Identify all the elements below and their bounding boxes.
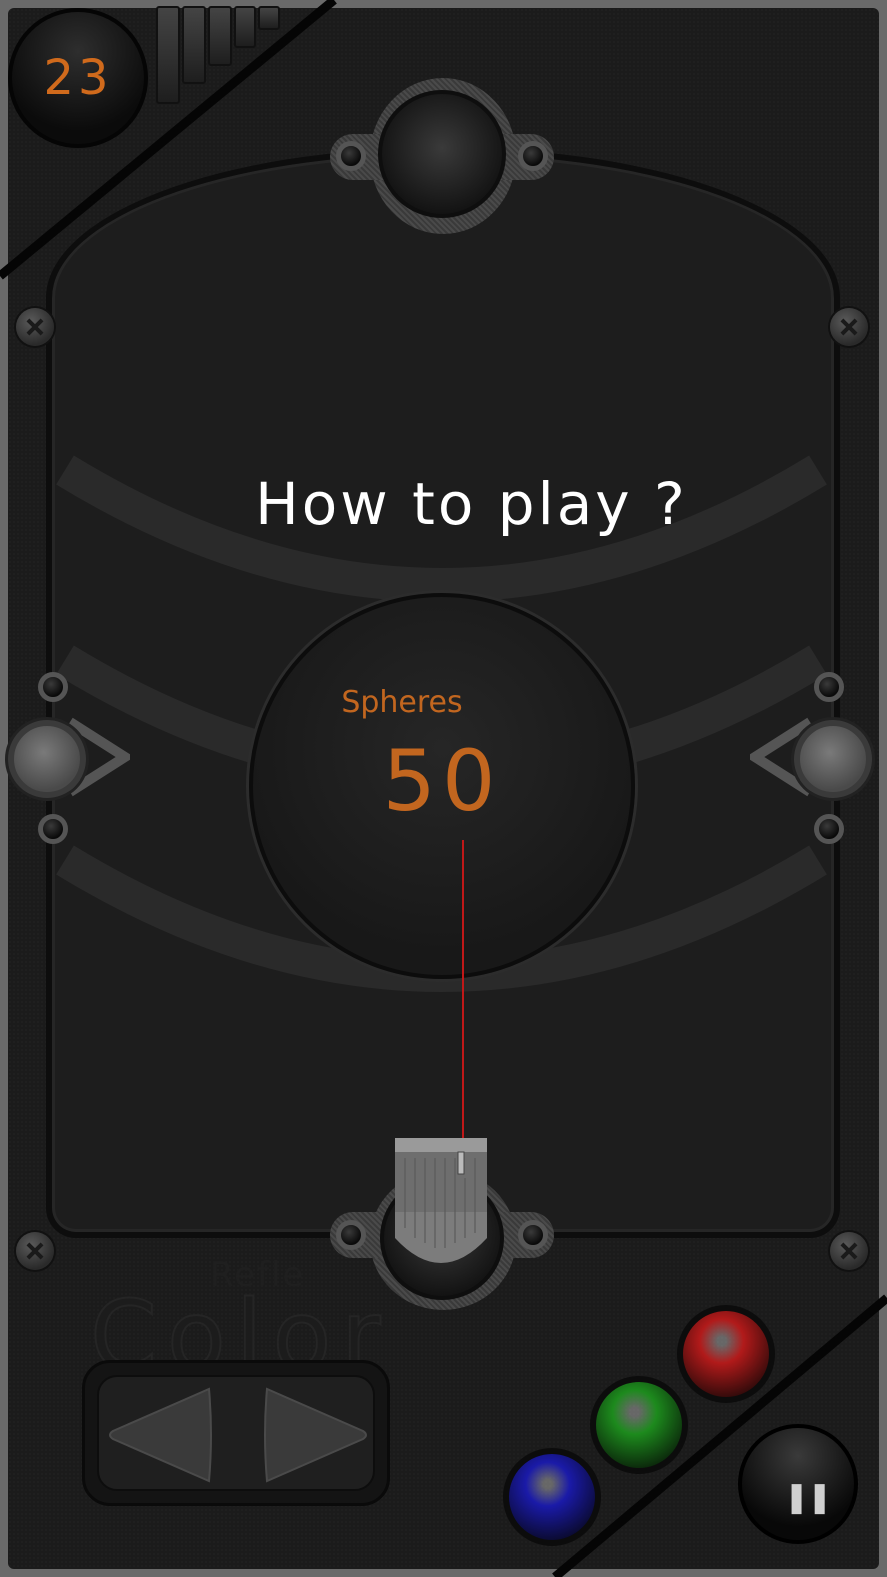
direction-pad	[82, 1360, 390, 1506]
pause-button[interactable]: ❚❚	[738, 1424, 858, 1544]
green-sphere-button[interactable]	[590, 1376, 688, 1474]
blue-sphere-button[interactable]	[503, 1448, 601, 1546]
left-arrow-icon[interactable]	[105, 1383, 215, 1487]
right-arrow-icon[interactable]	[261, 1383, 371, 1487]
red-sphere-button[interactable]	[677, 1305, 775, 1403]
pause-icon: ❚❚	[784, 1480, 832, 1515]
